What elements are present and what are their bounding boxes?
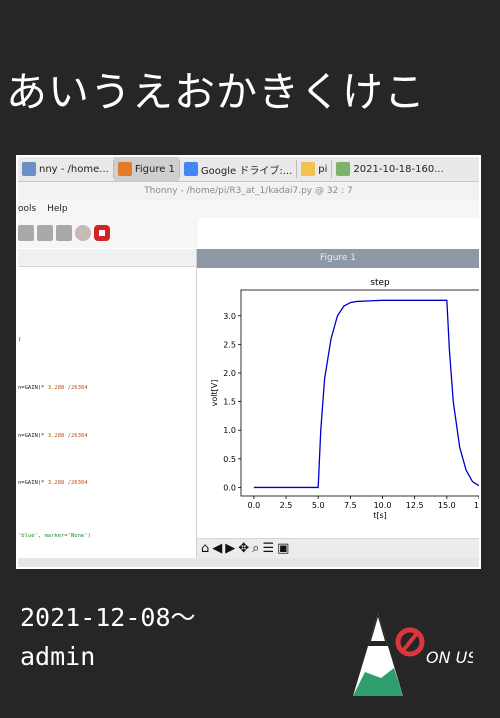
save-icon[interactable]: ▣ — [277, 540, 289, 558]
resume-icon[interactable] — [75, 225, 91, 241]
taskbar-item-label: pi — [318, 163, 328, 175]
post-date: 2021-12-08～ — [20, 603, 196, 632]
y-tick-label: 1.5 — [223, 398, 236, 407]
y-tick-label: 2.5 — [223, 340, 236, 349]
code-line: n=GAIN)* 3.288 /26304 — [18, 433, 88, 439]
menu-help[interactable]: Help — [47, 204, 68, 214]
pan-icon[interactable]: ✥ — [238, 540, 249, 558]
code-line: n=GAIN)* 3.288 /26304 — [18, 385, 88, 391]
y-tick-label: 0.0 — [223, 483, 236, 492]
page-title: あいうえおかきくけこ — [6, 68, 426, 116]
step-out-icon[interactable] — [56, 225, 72, 241]
configure-icon[interactable]: ☰ — [262, 540, 274, 558]
taskbar-item-label: nny - /home... — [39, 163, 109, 175]
thonny-toolbar — [18, 218, 198, 248]
code-editor[interactable]: ) n=GAIN)* 3.288 /26304 n=GAIN)* 3.288 /… — [18, 267, 196, 567]
y-axis-label: volt[V] — [210, 380, 219, 407]
taskbar: nny - /home... Figure 1 Google ドライブ:... pi 2… — [18, 157, 479, 182]
menu-tools[interactable]: ools — [18, 204, 36, 214]
step-into-icon[interactable] — [37, 225, 53, 241]
figure-window-title: Figure 1 — [197, 249, 479, 268]
zoom-icon[interactable]: ⌕ — [252, 540, 259, 558]
forward-icon[interactable]: ▶ — [225, 540, 235, 558]
x-tick-label: 0.0 — [247, 501, 260, 510]
taskbar-item[interactable]: nny - /home... — [18, 157, 113, 181]
code-line: 'blue', marker='None') — [18, 533, 91, 539]
axes-frame — [240, 289, 479, 497]
x-tick-label: 5.0 — [312, 501, 325, 510]
x-tick-label: 10.0 — [374, 501, 392, 510]
thonny-menubar: ools Help — [18, 200, 479, 218]
thonny-window-title: Thonny - /home/pi/R3_at_1/kadai7.py @ 32… — [18, 182, 479, 200]
taskbar-item-label: 2021-10-18-160... — [353, 163, 444, 175]
taskbar-item[interactable]: pi — [297, 157, 331, 181]
x-tick-label: 12.5 — [406, 501, 424, 510]
y-tick-label: 0.5 — [223, 455, 236, 464]
chart-title: step — [370, 278, 390, 288]
taskbar-item-label: Figure 1 — [134, 163, 175, 175]
y-tick-label: 3.0 — [223, 312, 236, 321]
back-icon[interactable]: ◀ — [212, 540, 222, 558]
y-tick-label: 2.0 — [223, 369, 236, 378]
taskbar-item[interactable]: 2021-10-18-160... — [332, 157, 447, 181]
chrome-icon — [183, 162, 198, 176]
matplotlib-icon — [117, 162, 132, 176]
x-axis-label: t[s] — [373, 511, 387, 520]
stop-icon[interactable] — [94, 225, 110, 241]
x-tick-label: 7.5 — [344, 501, 357, 510]
logo-text: ON USE — [426, 648, 473, 667]
image-viewer-icon — [336, 162, 351, 176]
step-over-icon[interactable] — [18, 225, 34, 241]
editor-tab-bar — [18, 249, 196, 267]
x-tick-label: 2.5 — [280, 501, 293, 510]
onuse-logo: ON USE — [353, 613, 473, 696]
screenshot-frame: nny - /home... Figure 1 Google ドライブ:... pi 2… — [18, 157, 479, 567]
horizontal-scrollbar[interactable] — [18, 558, 479, 567]
taskbar-item[interactable]: Google ドライブ:... — [180, 157, 296, 181]
code-line: n=GAIN)* 3.288 /26304 — [18, 480, 88, 486]
y-tick-label: 1.0 — [223, 426, 236, 435]
folder-icon — [301, 162, 316, 176]
step-chart: 0.0 2.5 5.0 7.5 10.0 12.5 15.0 17 0.0 0.5 1.0 1.5 2.… — [210, 278, 479, 520]
x-tick-label: 15.0 — [438, 501, 456, 510]
figure-toolbar: ⌂ ◀ ▶ ✥ ⌕ ☰ ▣ — [197, 538, 479, 559]
thonny-icon — [22, 162, 36, 176]
series-line — [253, 299, 479, 489]
home-icon[interactable]: ⌂ — [201, 540, 209, 558]
plot-area[interactable]: 0.0 2.5 5.0 7.5 10.0 12.5 15.0 17 0.0 0.5 1.0 1.5 2.… — [197, 268, 479, 538]
taskbar-item[interactable]: Figure 1 — [113, 157, 179, 181]
x-tick-label: 17 — [474, 501, 479, 510]
post-author: admin — [20, 642, 96, 671]
taskbar-item-label: Google ドライブ:... — [200, 165, 293, 177]
code-line: ) — [18, 337, 22, 343]
